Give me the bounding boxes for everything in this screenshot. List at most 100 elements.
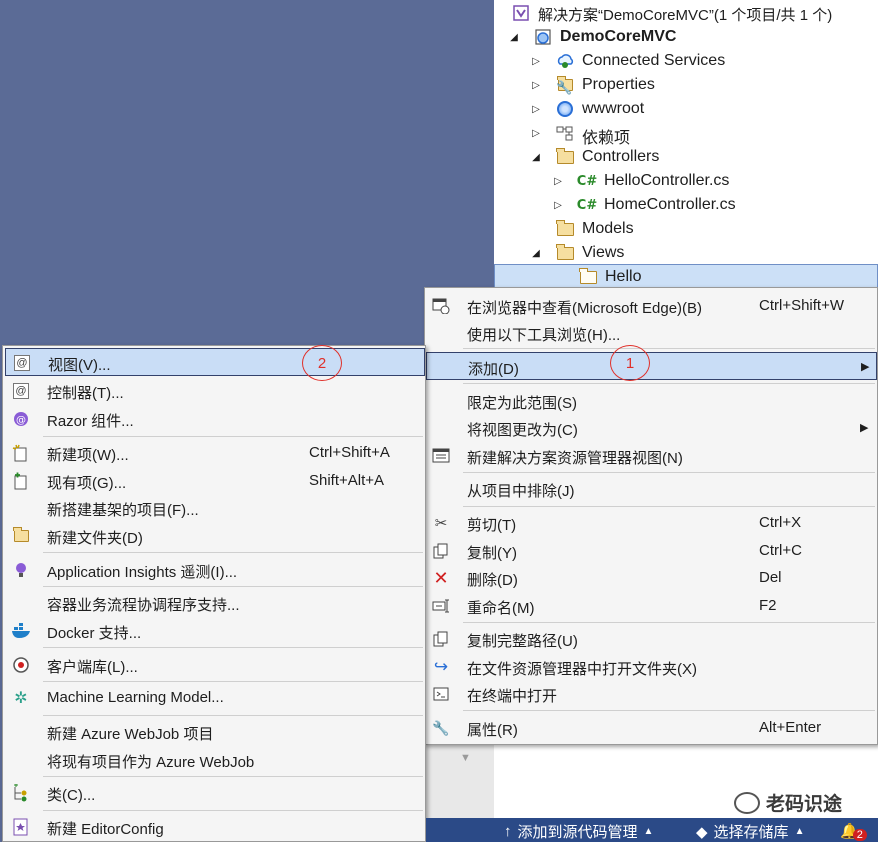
menu-item-rename[interactable]: 重命名(M) F2 — [425, 592, 877, 620]
notifications-button[interactable]: 🔔 2 — [840, 821, 867, 841]
tree-node-connected-services[interactable]: ▷ Connected Services — [494, 49, 878, 73]
menu-item-label: 容器业务流程协调程序支持... — [47, 597, 240, 614]
menu-separator — [463, 710, 875, 711]
menu-item-shortcut: Ctrl+Shift+W — [759, 297, 845, 314]
add-to-source-control-button[interactable]: ↑ 添加到源代码管理 ▲ — [504, 821, 653, 842]
browser-window-icon — [431, 296, 451, 316]
menu-item-view-in-browser[interactable]: 在浏览器中查看(Microsoft Edge)(B) Ctrl+Shift+W — [425, 292, 877, 320]
menu-item-new-explorer-view[interactable]: 新建解决方案资源管理器视图(N) — [425, 442, 877, 470]
tree-node-label: Hello — [605, 268, 642, 285]
tree-node-project[interactable]: ◢ DemoCoreMVC — [494, 25, 878, 49]
menu-item-open-in-terminal[interactable]: 在终端中打开 — [425, 680, 877, 708]
annotation-marker-2: 2 — [302, 345, 342, 381]
menu-separator — [463, 622, 875, 623]
submenu-item-client-library[interactable]: 客户端库(L)... — [3, 651, 425, 679]
submenu-item-new-item[interactable]: 新建项(W)... Ctrl+Shift+A — [3, 439, 425, 467]
collapsed-arrow-icon[interactable]: ▷ — [528, 77, 544, 93]
tree-node-label: Connected Services — [582, 52, 726, 69]
select-repository-button[interactable]: ◆ 选择存储库 ▲ — [696, 821, 804, 842]
collapsed-arrow-icon[interactable]: ▷ — [528, 53, 544, 69]
menu-item-properties[interactable]: 🔧 属性(R) Alt+Enter — [425, 714, 877, 742]
tree-node-label: wwwroot — [582, 100, 645, 117]
submenu-item-view[interactable]: @ 视图(V)... — [5, 348, 425, 376]
terminal-icon — [431, 684, 451, 704]
submenu-item-razor-component[interactable]: @ Razor 组件... — [3, 405, 425, 433]
menu-item-label: 现有项(G)... — [47, 475, 127, 492]
menu-separator — [43, 552, 423, 553]
tree-node-hello-controller[interactable]: ▷ C# HelloController.cs — [494, 169, 878, 193]
submenu-item-new-azure-webjob[interactable]: 新建 Azure WebJob 项目 — [3, 718, 425, 746]
menu-item-scope-to-this[interactable]: 限定为此范围(S) — [425, 387, 877, 415]
collapsed-arrow-icon[interactable]: ▷ — [528, 101, 544, 117]
caret-up-icon: ▲ — [643, 826, 654, 837]
menu-item-add[interactable]: 添加(D) ▶ — [426, 352, 877, 380]
tree-node-label: Controllers — [582, 148, 660, 165]
razor-view-icon: @ — [12, 353, 32, 373]
annotation-marker-1: 1 — [610, 345, 650, 381]
menu-separator — [43, 715, 423, 716]
submenu-item-existing-as-webjob[interactable]: 将现有项目作为 Azure WebJob — [3, 746, 425, 774]
tree-node-properties[interactable]: ▷ 🔧 Properties — [494, 73, 878, 97]
new-folder-icon — [11, 526, 31, 546]
submenu-item-new-scaffolded-item[interactable]: 新搭建基架的项目(F)... — [3, 494, 425, 522]
lightbulb-icon — [11, 560, 31, 580]
tree-node-views[interactable]: ◢ Views — [494, 241, 878, 265]
wrench-icon: 🔧 — [432, 719, 450, 736]
menu-item-open-in-file-explorer[interactable]: ↪ 在文件资源管理器中打开文件夹(X) — [425, 653, 877, 681]
menu-item-shortcut: Alt+Enter — [759, 719, 822, 736]
collapsed-arrow-icon[interactable]: ▷ — [550, 197, 566, 213]
expanded-arrow-icon[interactable]: ◢ — [528, 149, 544, 165]
menu-item-copy[interactable]: 复制(Y) Ctrl+C — [425, 537, 877, 565]
expanded-arrow-icon[interactable]: ◢ — [528, 245, 544, 261]
collapsed-arrow-icon[interactable]: ▷ — [550, 173, 566, 189]
menu-item-change-view-to[interactable]: 将视图更改为(C) ▶ — [425, 414, 877, 442]
submenu-item-existing-item[interactable]: 现有项(G)... Shift+Alt+A — [3, 467, 425, 495]
open-folder-arrow-icon: ↪ — [433, 657, 449, 676]
submenu-item-new-editorconfig[interactable]: 新建 EditorConfig — [3, 813, 425, 841]
menu-item-cut[interactable]: ✂ 剪切(T) Ctrl+X — [425, 509, 877, 537]
tree-node-controllers[interactable]: ◢ Controllers — [494, 145, 878, 169]
menu-item-label: 在浏览器中查看(Microsoft Edge)(B) — [467, 300, 703, 317]
menu-item-delete[interactable]: ✕ 删除(D) Del — [425, 564, 877, 592]
tree-node-dependencies[interactable]: ▷ 依赖项 — [494, 121, 878, 147]
menu-item-label: 在文件资源管理器中打开文件夹(X) — [467, 661, 697, 678]
menu-separator — [43, 647, 423, 648]
csharp-file-icon: C# — [576, 173, 598, 189]
menu-item-label: 删除(D) — [467, 572, 518, 589]
menu-item-label: 限定为此范围(S) — [467, 395, 577, 412]
caret-up-icon: ▲ — [794, 826, 805, 837]
tree-node-label: Views — [582, 244, 625, 261]
menu-item-shortcut: Shift+Alt+A — [309, 472, 385, 489]
submenu-item-controller[interactable]: @ 控制器(T)... — [3, 377, 425, 405]
add-submenu: @ 视图(V)... @ 控制器(T)... @ Razor 组件... 新建项… — [2, 345, 426, 842]
rename-icon — [431, 596, 451, 616]
menu-separator — [463, 383, 875, 384]
submenu-item-class[interactable]: 类(C)... — [3, 779, 425, 807]
csharp-file-icon: C# — [576, 197, 598, 213]
submenu-item-machine-learning-model[interactable]: ✲ Machine Learning Model... — [3, 684, 425, 712]
menu-item-browse-with[interactable]: 使用以下工具浏览(H)... — [425, 319, 877, 347]
folder-icon — [556, 219, 574, 238]
collapsed-arrow-icon[interactable]: ▷ — [528, 125, 544, 141]
copy-icon — [431, 541, 451, 561]
tree-node-wwwroot[interactable]: ▷ wwwroot — [494, 97, 878, 121]
tree-node-home-controller[interactable]: ▷ C# HomeController.cs — [494, 193, 878, 217]
menu-item-label: 视图(V)... — [48, 357, 111, 374]
menu-item-shortcut: Ctrl+Shift+A — [309, 444, 390, 461]
copy-path-icon — [431, 629, 451, 649]
tree-node-hello-folder[interactable]: Hello — [494, 264, 878, 288]
submenu-item-new-folder[interactable]: 新建文件夹(D) — [3, 522, 425, 550]
submenu-item-application-insights[interactable]: Application Insights 遥测(I)... — [3, 556, 425, 584]
upload-arrow-icon: ↑ — [504, 823, 512, 840]
menu-item-copy-full-path[interactable]: 复制完整路径(U) — [425, 625, 877, 653]
submenu-item-docker-support[interactable]: Docker 支持... — [3, 617, 425, 645]
menu-item-shortcut: Ctrl+X — [759, 514, 802, 531]
menu-item-exclude-from-project[interactable]: 从项目中排除(J) — [425, 475, 877, 503]
expanded-arrow-icon[interactable]: ◢ — [506, 29, 522, 45]
tree-node-models[interactable]: Models — [494, 217, 878, 241]
menu-item-label: 新建解决方案资源管理器视图(N) — [467, 450, 683, 467]
tree-node-solution[interactable]: 解决方案“DemoCoreMVC”(1 个项目/共 1 个) — [494, 1, 878, 25]
menu-separator — [43, 776, 423, 777]
submenu-item-container-orchestrator[interactable]: 容器业务流程协调程序支持... — [3, 589, 425, 617]
editorconfig-icon — [11, 817, 31, 837]
